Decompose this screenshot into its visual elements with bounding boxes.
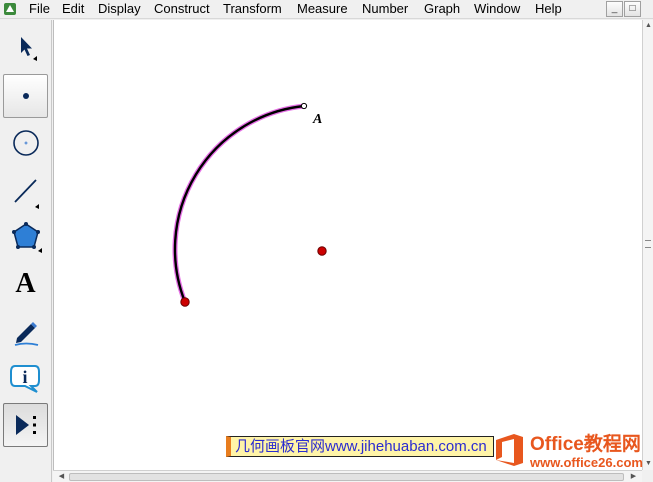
menu-bar: File Edit Display Construct Transform Me… <box>0 0 653 19</box>
horizontal-scroll-thumb[interactable] <box>69 473 624 481</box>
brand-title: Office教程网 <box>530 434 641 455</box>
scroll-up-icon[interactable]: ▲ <box>643 22 653 30</box>
text-tool[interactable]: A <box>3 262 48 306</box>
app-icon <box>4 3 16 15</box>
text-icon: A <box>15 268 36 299</box>
arc-highlight <box>172 103 305 303</box>
custom-tool[interactable] <box>3 403 48 447</box>
menu-measure[interactable]: Measure <box>297 1 348 17</box>
menu-construct[interactable]: Construct <box>154 1 210 17</box>
point-icon <box>22 93 29 99</box>
arc-end-point[interactable] <box>180 297 190 307</box>
arc[interactable] <box>173 104 305 303</box>
compass-tool[interactable] <box>3 121 48 165</box>
menu-graph[interactable]: Graph <box>424 1 460 17</box>
play-more-icon <box>15 415 36 435</box>
scroll-down-icon[interactable]: ▼ <box>643 460 653 468</box>
sketch-drawing <box>172 102 327 307</box>
arrow-tool[interactable] <box>3 26 48 70</box>
scroll-grip-icon <box>645 240 651 248</box>
point-a-label: A <box>313 112 323 127</box>
line-icon <box>13 179 39 209</box>
minimize-button[interactable]: _ <box>606 1 623 17</box>
menu-edit[interactable]: Edit <box>62 1 84 17</box>
menu-file[interactable]: File <box>29 1 50 17</box>
sketch-canvas[interactable]: A <box>53 20 642 470</box>
horizontal-scrollbar[interactable]: ◀ ▶ <box>53 470 642 482</box>
site-watermark: 几何画板官网www.jihehuaban.com.cn <box>226 436 494 457</box>
polygon-tool[interactable] <box>3 214 48 258</box>
menu-number[interactable]: Number <box>362 1 408 17</box>
brand-url: www.office26.com <box>530 455 643 470</box>
scroll-left-icon[interactable]: ◀ <box>56 473 67 481</box>
restore-button[interactable]: □ <box>624 1 641 17</box>
straightedge-tool[interactable] <box>3 168 48 212</box>
menu-display[interactable]: Display <box>98 1 141 17</box>
vertical-scrollbar[interactable]: ▲ ▼ <box>642 20 653 470</box>
circle-icon <box>12 130 39 156</box>
arrow-icon <box>20 37 37 61</box>
pen-icon <box>14 322 38 346</box>
scroll-right-icon[interactable]: ▶ <box>628 473 639 481</box>
scrollbar-corner <box>642 470 653 482</box>
toolbox: A i <box>0 20 52 482</box>
marker-tool[interactable] <box>3 309 48 353</box>
menu-help[interactable]: Help <box>535 1 562 17</box>
svg-text:i: i <box>22 367 27 387</box>
info-icon: i <box>9 365 40 393</box>
polygon-icon <box>11 222 42 253</box>
point-a[interactable] <box>300 102 308 110</box>
menu-transform[interactable]: Transform <box>223 1 282 17</box>
menu-window[interactable]: Window <box>474 1 520 17</box>
information-tool[interactable]: i <box>3 356 48 400</box>
point-tool[interactable] <box>3 74 48 118</box>
center-point[interactable] <box>317 246 327 256</box>
office-logo-icon <box>496 434 523 466</box>
